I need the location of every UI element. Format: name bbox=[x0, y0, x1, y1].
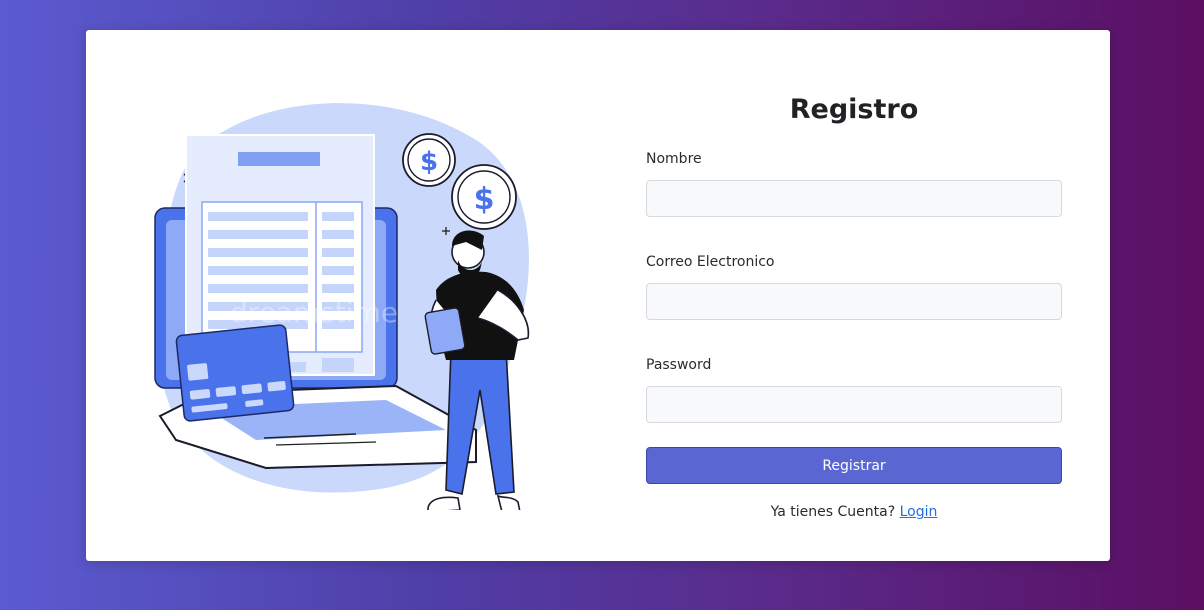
registration-card: $ $ dreamstime Registro Nombre Correo El… bbox=[86, 30, 1110, 561]
email-input[interactable] bbox=[646, 283, 1062, 320]
svg-text:$: $ bbox=[420, 147, 438, 177]
name-label: Nombre bbox=[646, 151, 702, 167]
registration-form: Registro Nombre Correo Electronico Passw… bbox=[646, 90, 1062, 522]
watermark-text: dreamstime bbox=[230, 296, 398, 329]
dollar-coin-icon: $ bbox=[402, 133, 456, 187]
credit-card-icon bbox=[175, 324, 295, 422]
svg-text:$: $ bbox=[474, 182, 495, 217]
login-prompt: Ya tienes Cuenta? Login bbox=[646, 502, 1062, 522]
password-input[interactable] bbox=[646, 386, 1062, 423]
dollar-coin-icon: $ bbox=[451, 164, 517, 230]
name-input[interactable] bbox=[646, 180, 1062, 217]
password-label: Password bbox=[646, 357, 712, 373]
form-title: Registro bbox=[789, 94, 919, 125]
register-button[interactable]: Registrar bbox=[646, 447, 1062, 484]
email-label: Correo Electronico bbox=[646, 254, 775, 270]
illustration-svg: $ $ dreamstime bbox=[154, 103, 530, 513]
payment-illustration: $ $ dreamstime bbox=[146, 90, 546, 513]
login-prompt-text: Ya tienes Cuenta? bbox=[770, 504, 896, 520]
login-link[interactable]: Login bbox=[900, 504, 938, 520]
